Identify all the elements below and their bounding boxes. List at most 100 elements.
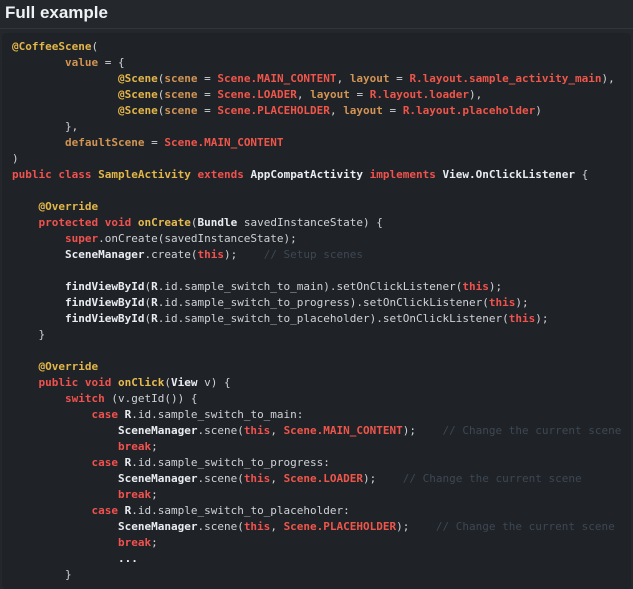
code-token-method: onCreate [137, 216, 191, 229]
code-token-p [12, 72, 118, 85]
code-token-p: savedInstanceState) { [237, 216, 383, 229]
code-token-param: layout [349, 72, 390, 85]
code-token-p: v) { [197, 376, 231, 389]
code-token-p: ); [396, 520, 410, 533]
code-line: public class SampleActivity extends AppC… [12, 167, 623, 183]
code-line: @Override [12, 199, 623, 215]
code-line: ) [12, 151, 623, 167]
code-token-p [12, 424, 118, 437]
code-token-kw: void [84, 376, 112, 389]
code-token-p: .id.sample_switch_to_main: [131, 408, 304, 421]
code-token-p: .id.sample_switch_to_main).setOnClickLis… [157, 280, 463, 293]
code-token-p [12, 408, 91, 421]
code-token-p [12, 520, 118, 533]
code-token-p: .scene( [197, 472, 244, 485]
code-token-kw: implements [369, 168, 436, 181]
code-line: SceneManager.scene(this, Scene.LOADER); … [12, 471, 623, 487]
code-token-kw: case [91, 456, 118, 469]
code-token-kw: case [91, 408, 118, 421]
code-token-p [118, 456, 125, 469]
code-token-b: AppCompatActivity [250, 168, 364, 181]
code-token-p: ), [469, 88, 483, 101]
code-token-p [12, 472, 118, 485]
code-token-const: Scene.MAIN_CONTENT [217, 72, 337, 85]
code-token-p: = [197, 72, 218, 85]
code-token-kw: this [243, 472, 271, 485]
code-line: } [12, 327, 623, 343]
code-token-const: Scene.MAIN_CONTENT [283, 424, 403, 437]
code-token-param: value [64, 56, 99, 69]
code-token-p: .onCreate(savedInstanceState); [98, 232, 297, 245]
code-token-b: SceneManager [117, 472, 198, 485]
code-token-kw: super [64, 232, 99, 245]
code-token-p: .scene( [197, 424, 244, 437]
code-line: SceneManager.create(this); // Setup scen… [12, 247, 623, 263]
code-token-kw: this [197, 248, 224, 261]
code-token-p [12, 440, 118, 453]
code-token-p: ); [515, 296, 529, 309]
code-token-ann: @Override [38, 360, 99, 373]
code-token-const: Scene.PLACEHOLDER [217, 104, 330, 117]
code-token-param: scene [164, 72, 198, 85]
code-token-p: , [270, 472, 284, 485]
section-heading: Full example [0, 0, 633, 29]
code-token-p: = [144, 136, 165, 149]
code-token-p: ) [12, 152, 19, 165]
code-token-p: = [197, 88, 218, 101]
code-token-b: findViewById [64, 280, 145, 293]
code-line: super.onCreate(savedInstanceState); [12, 231, 623, 247]
code-token-b: findViewById [64, 312, 145, 325]
code-token-p [12, 376, 39, 389]
code-token-kw: break [117, 536, 152, 549]
code-token-ann: @Scene [117, 72, 158, 85]
code-line: break; [12, 535, 623, 551]
code-token-kw: this [488, 296, 516, 309]
code-token-kw: switch [64, 392, 105, 405]
code-token-param: layout [310, 88, 350, 101]
code-line: case R.id.sample_switch_to_placeholder: [12, 503, 623, 519]
code-token-b: Bundle [197, 216, 238, 229]
code-token-p: (v.getId()) { [104, 392, 198, 405]
code-token-kw: case [91, 504, 118, 517]
code-token-cmt: // Setup scenes [237, 248, 364, 261]
code-token-b: View [170, 376, 198, 389]
code-token-p: ); [402, 424, 417, 437]
code-token-p [118, 504, 125, 517]
code-token-p [12, 56, 65, 69]
code-token-p: ( [91, 40, 99, 53]
code-token-p [12, 488, 118, 501]
code-token-kw: class [58, 168, 92, 181]
code-token-p [12, 392, 65, 405]
code-token-param: layout [343, 104, 383, 117]
code-token-const: R.layout.sample_activity_main [409, 72, 602, 85]
code-token-p [363, 168, 370, 181]
code-line: } [12, 567, 623, 583]
code-token-p: = { [98, 56, 125, 69]
code-line: break; [12, 439, 623, 455]
code-token-p [12, 280, 65, 293]
code-token-cmt: // Change the current scene [409, 520, 615, 533]
code-token-kw: void [104, 216, 132, 229]
code-token-kw: extends [197, 168, 244, 181]
code-token-p: , [336, 72, 350, 85]
code-token-p: , [270, 424, 284, 437]
code-token-ann: @Override [38, 200, 99, 213]
code-token-p: { [574, 168, 589, 181]
code-token-p: = [382, 104, 403, 117]
code-token-p [12, 552, 118, 565]
code-token-p: ); [223, 248, 238, 261]
code-line: @Scene(scene = Scene.PLACEHOLDER, layout… [12, 103, 623, 119]
code-token-const: Scene.LOADER [283, 472, 364, 485]
code-token-p: , [296, 88, 311, 101]
code-token-kw: this [243, 424, 271, 437]
code-token-kw: break [117, 488, 152, 501]
code-token-p: .scene( [197, 520, 244, 533]
code-line: }, [12, 119, 623, 135]
code-token-p [12, 504, 91, 517]
code-token-p [12, 536, 118, 549]
code-token-b: R [151, 312, 158, 325]
code-token-ann: @CoffeeScene [12, 40, 92, 53]
code-token-kw: break [117, 440, 152, 453]
code-token-p: .id.sample_switch_to_placeholder: [131, 504, 350, 517]
